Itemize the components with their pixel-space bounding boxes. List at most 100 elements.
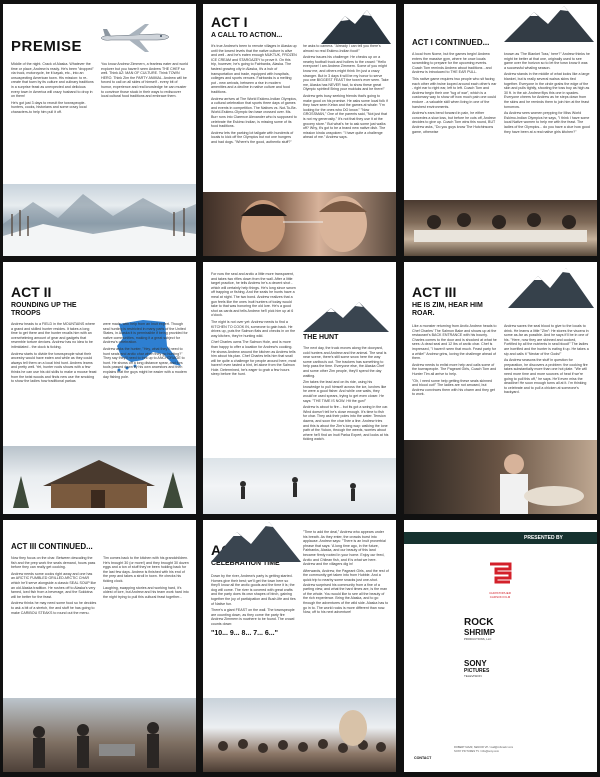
act-text: Andrew gets busy seeking friends that's … (303, 93, 388, 140)
cc-logo-icon (490, 562, 512, 584)
feast-table-photo (404, 200, 597, 256)
act-text: Andrew starts to divide the townspeople … (11, 351, 97, 384)
act-title: ACT I CONTINUED... (412, 38, 490, 47)
act-text: "Oh, I need some help getting these seal… (412, 378, 495, 397)
mountain-peak-graphic (508, 268, 594, 308)
act-text: The night is not over yet: Andrew needs … (211, 319, 296, 338)
act-title: ACT I (211, 14, 248, 30)
mountain-peak-graphic (211, 522, 301, 562)
act1-column-right: he asks to camera. "Already I can tell y… (303, 44, 389, 142)
act-subtitle: ROUNDING UP THE TROOPS (11, 302, 77, 317)
brand-text: TELEVISION (464, 674, 482, 678)
act3-column-left: Like a monster returning from Arctic And… (412, 324, 498, 399)
mountain-peak-graphic (321, 10, 391, 44)
act-text: Andrew stands in the middle of what look… (504, 72, 590, 109)
act3-continued-page: ACT III CONTINUED... Now they focus on t… (3, 520, 196, 772)
brand-text: CARSON FILM (489, 595, 511, 599)
act-text: This native game requires two people who… (412, 76, 497, 109)
act1-continued-page: ACT I CONTINUED... A local from Nome, bu… (404, 4, 597, 256)
brochure-spread: PREMISE Middle of the night. Crack of Al… (0, 0, 600, 777)
act1-page: ACT I A CALL TO ACTION... It's true Andr… (203, 4, 396, 256)
log-cabin-photo (3, 446, 196, 514)
chef-kitchen-photo (404, 440, 597, 514)
act-text: Chef Charles owns The Salmon Hole, and i… (211, 340, 297, 377)
countdown-text: "10... 9... 8... 7... 6..." (211, 629, 278, 637)
act-text: There's a giant FEAST on the wall. The t… (211, 608, 295, 626)
act1c-column-right: known as 'The Blanket Toss,' here?" Andr… (504, 52, 590, 136)
act-text: Andrew lets the parking lot tailgate wit… (211, 130, 294, 144)
act-text: A local from Nome, but the games begin! … (412, 52, 492, 75)
act4-column-left: Down by the river, Andrew's party is get… (211, 574, 297, 637)
contact-line: ROBERT MAZZ, SENIOR VP / mail@robmazz.co… (454, 746, 514, 749)
celebration-crowd-photo (203, 698, 396, 772)
ear-pull-photo (203, 192, 396, 256)
snowy-mountain-photo (3, 184, 196, 256)
act-text: As Andrew seasons the stuff in question … (504, 358, 588, 395)
act-text: For now the seal and arctic a little mor… (211, 272, 296, 318)
act3-column-right: Andrew saves the seal blood to give to t… (504, 324, 590, 397)
act2-page: ACT II ROUNDING UP THE TROOPS Andrew hea… (3, 262, 196, 514)
act-text: he asks to camera. "Already I can tell y… (303, 44, 381, 53)
act-title: ACT III CONTINUED... (11, 542, 93, 551)
act-text: Andrew is about to fire... but its got a… (303, 405, 389, 442)
presented-by-banner: PRESENTED BY (404, 532, 597, 544)
act-text: Now they focus on the char. Between desc… (11, 556, 96, 570)
act-text: Andrew needs to enlist more help and cal… (412, 362, 497, 376)
brand-text: SONY (464, 659, 487, 668)
act-text: Andrew needs some cooks right away and o… (11, 571, 96, 599)
act-text: Down by the river, Andrew's party is get… (211, 574, 296, 606)
brand-text: ROCK (464, 617, 494, 628)
presented-by-label: PRESENTED BY (524, 535, 563, 541)
page-title: PREMISE (11, 38, 83, 55)
act-text: Andrew heads to a FIELD in the MOUNTAINS… (11, 322, 96, 349)
act1-column-left: It's true Andrew's been to remote villag… (211, 44, 297, 146)
premise-page: PREMISE Middle of the night. Crack of Al… (3, 4, 196, 256)
act-text: Andrew asks the hunter, "Hey, what they'… (103, 346, 187, 379)
act-text: Laughing, swapping stories and working h… (103, 585, 189, 599)
premise-text: Middle of the night. Crack of Alaska. Wh… (11, 62, 94, 99)
act4-page: ACT IV CELEBRATION TIME Down by the rive… (203, 520, 396, 772)
act-text: Zim takes the lead and on its ride, usin… (303, 380, 387, 403)
act3c-column-left: Now they focus on the char. Between desc… (11, 556, 97, 617)
mountain-peak-graphic (303, 302, 389, 332)
act-text: Andrew's ears bend forward in pain, he e… (412, 111, 496, 134)
act-text: known as 'The Blanket Toss,' here?" Andr… (504, 52, 590, 70)
premise-column-left: Middle of the night. Crack of Alaska. Wh… (11, 62, 95, 117)
act2-column-left: Andrew heads to a FIELD in the MOUNTAINS… (11, 322, 97, 386)
act-text: Afterwards, Andrew, the Pageant Girls, a… (303, 568, 389, 615)
presented-by-page: PRESENTED BY CHRISTOPHER CARSON FILM ROC… (404, 520, 597, 772)
premise-column-right: You know Andrew Zimmern, a fearless eate… (101, 62, 189, 101)
act-title: ACT II (11, 284, 52, 300)
act-text: As Andrew sees women prepping for Miss W… (504, 111, 590, 134)
act-text: Tim comes back to the kitchen with his g… (103, 556, 189, 583)
act-text: The next day, the truck moves along the … (303, 346, 387, 378)
act2-hunt-page: For now the seal and arctic a little mor… (203, 262, 396, 514)
contact-line: SONY PICTURES TV / info@sony.com (454, 750, 500, 753)
act-subtitle: HE IS ZIM, HEAR HIM ROAR. (412, 302, 483, 317)
act-text: Like a monster returning from Arctic And… (412, 324, 497, 361)
act2-column-right: were made, with help from an Inuit exper… (103, 322, 189, 381)
brand-text: PRODUCTIONS, LLC (464, 637, 492, 641)
rock-shrimp-logo: ROCK SHRIMP PRODUCTIONS, LLC (464, 617, 540, 642)
act-text: "Time to add the deal," Andrew who appea… (303, 530, 386, 567)
mountain-peak-graphic (504, 6, 594, 42)
act2b-column-right: The next day, the truck moves along the … (303, 346, 389, 444)
christopher-carson-logo: CHRISTOPHER CARSON FILM (462, 560, 538, 599)
act4-column-right: "Time to add the deal," Andrew who appea… (303, 530, 389, 617)
act3-page: ACT III HE IS ZIM, HEAR HIM ROAR. Like a… (404, 262, 597, 514)
act1c-column-left: A local from Nome, but the games begin! … (412, 52, 498, 136)
act-text: Andrew thinks he may need some food so h… (11, 601, 97, 615)
section-heading: THE HUNT (303, 334, 339, 341)
act-title: ACT III (412, 284, 457, 300)
act2b-column-left: For now the seal and arctic a little mor… (211, 272, 297, 379)
contact-label: CONTACT (414, 756, 432, 760)
act-text: Andrew saves the seal blood to give to t… (504, 324, 589, 356)
act-subtitle: A CALL TO ACTION... (211, 32, 283, 39)
act3c-column-right: Tim comes back to the kitchen with his g… (103, 556, 189, 601)
outdoor-cooking-photo (3, 698, 196, 772)
act-text: Andrew issues his challenge: He checks u… (303, 55, 389, 92)
act-text: It's true Andrew's been to remote villag… (211, 44, 297, 94)
sony-pictures-logo: SONY PICTURES TELEVISION (464, 659, 540, 679)
contact-block: CONTACT ROBERT MAZZ, SENIOR VP / mail@ro… (414, 746, 590, 764)
act-text: Andrew arrives at The World Eskimo-India… (211, 96, 297, 129)
